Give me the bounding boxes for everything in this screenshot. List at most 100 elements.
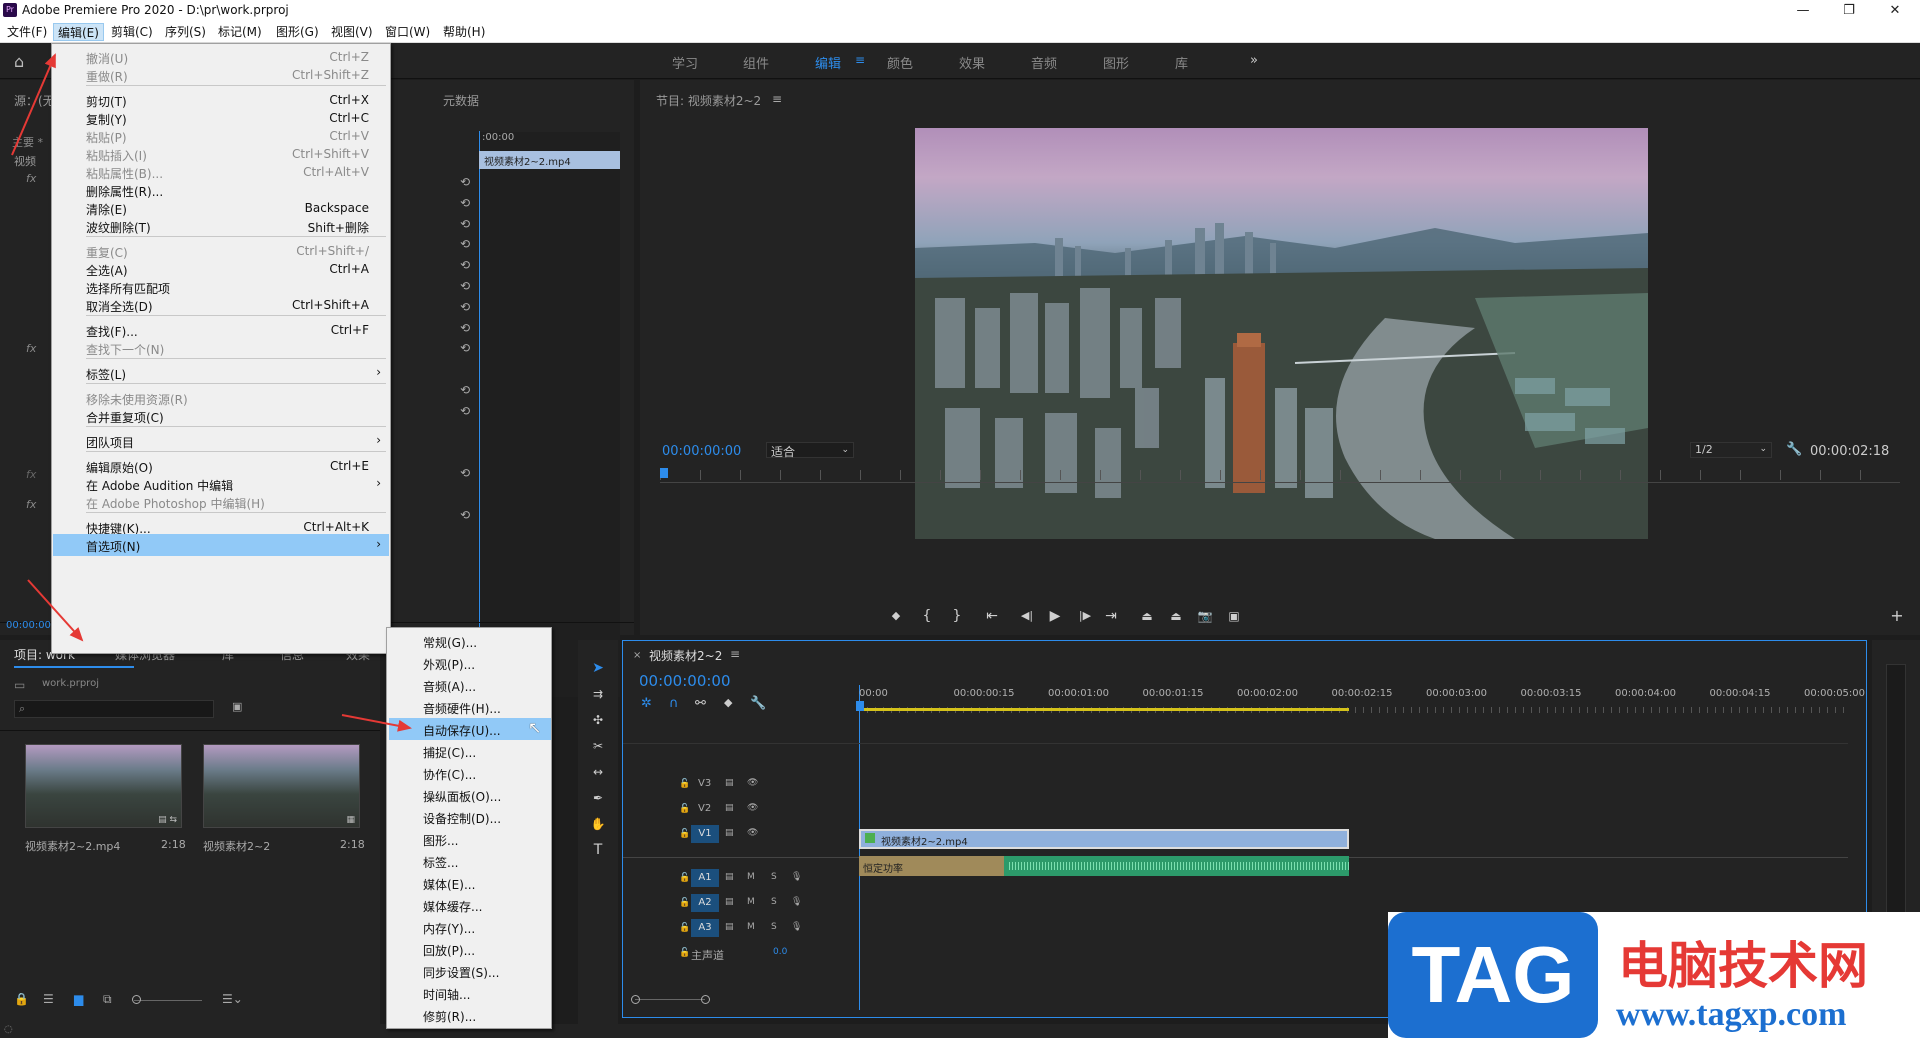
source-tab[interactable]: 源：(无 — [14, 92, 55, 109]
film-icon[interactable]: ▤ — [725, 828, 734, 838]
camera-icon[interactable]: 📷 — [1195, 606, 1215, 626]
home-icon[interactable]: ⌂ — [14, 52, 34, 71]
menu-sequence[interactable]: 序列(S) — [161, 23, 210, 41]
pen-tool-icon[interactable]: ✒ — [588, 788, 608, 808]
mute-button[interactable]: M — [747, 872, 755, 882]
zoom-slider[interactable] — [134, 1000, 202, 1001]
preferences-menu-item[interactable]: 音频(A)... — [389, 674, 551, 696]
play-icon[interactable]: ▶ — [1045, 606, 1065, 626]
film-icon[interactable]: ▤ — [725, 872, 734, 882]
lock-icon[interactable]: 🔓 — [679, 829, 690, 839]
menu-window[interactable]: 窗口(W) — [381, 23, 434, 41]
menu-view[interactable]: 视图(V) — [327, 23, 377, 41]
add-marker-icon[interactable]: ◆ — [886, 606, 906, 626]
preferences-menu-item[interactable]: 回放(P)... — [389, 938, 551, 960]
workspace-editing[interactable]: 编辑 — [815, 53, 841, 72]
insert-nest-icon[interactable]: ✲ — [641, 696, 652, 711]
close-sequence-icon[interactable]: × — [633, 650, 641, 661]
new-bin-icon[interactable]: ▣ — [232, 700, 242, 713]
edit-menu-item[interactable]: 波纹删除(T) Shift+删除 — [53, 215, 389, 237]
preferences-menu-item[interactable]: 设备控制(D)... — [389, 806, 551, 828]
preferences-menu-item[interactable]: 时间轴... — [389, 982, 551, 1004]
menu-marker[interactable]: 标记(M) — [214, 23, 266, 41]
ec-playhead[interactable] — [479, 131, 480, 696]
solo-button[interactable]: S — [771, 897, 777, 907]
razor-tool-icon[interactable]: ✂ — [588, 736, 608, 756]
workspace-graphics[interactable]: 图形 — [1103, 53, 1129, 72]
icon-view-icon[interactable]: ▆ — [74, 992, 83, 1006]
audio-clip[interactable]: 恒定功率 — [859, 856, 1349, 876]
list-view-icon[interactable]: ☰ — [43, 992, 54, 1006]
preferences-menu-item[interactable]: 捕捉(C)... — [389, 740, 551, 762]
program-title[interactable]: 节目: 视频素材2~2 — [656, 92, 761, 109]
workspace-learn[interactable]: 学习 — [672, 53, 698, 72]
lock-icon[interactable]: 🔓 — [679, 779, 690, 789]
mute-button[interactable]: M — [747, 897, 755, 907]
lock-icon[interactable]: 🔓 — [679, 804, 690, 814]
menu-clip[interactable]: 剪辑(C) — [107, 23, 157, 41]
zoom-handle-left[interactable] — [631, 995, 640, 1004]
minimize-button[interactable]: — — [1780, 0, 1826, 21]
preferences-menu-item[interactable]: 外观(P)... — [389, 652, 551, 674]
preferences-menu-item[interactable]: 图形... — [389, 828, 551, 850]
sequence-name[interactable]: 视频素材2~2 — [203, 838, 270, 854]
edit-menu-item[interactable]: 取消全选(D) Ctrl+Shift+A — [53, 294, 389, 316]
mic-icon[interactable]: 🎙 — [791, 872, 802, 882]
audio-transition[interactable]: 恒定功率 — [863, 860, 903, 875]
thumbnail-sequence[interactable]: ▦ — [203, 744, 360, 828]
workspace-effects[interactable]: 效果 — [959, 53, 985, 72]
film-icon[interactable]: ▤ — [725, 778, 734, 788]
lock-icon[interactable]: 🔓 — [679, 873, 690, 883]
extract-icon[interactable]: ⏏ — [1166, 606, 1186, 626]
workspace-overflow-icon[interactable]: » — [1250, 53, 1258, 68]
work-area-bar[interactable] — [859, 708, 1349, 711]
preferences-menu-item[interactable]: 音频硬件(H)... — [389, 696, 551, 718]
preferences-menu-item[interactable]: 内存(Y)... — [389, 916, 551, 938]
ec-timecode[interactable]: 00:00:00 — [6, 620, 51, 631]
go-to-in-icon[interactable]: ⇤ — [982, 606, 1002, 626]
lock-icon[interactable]: 🔓 — [679, 923, 690, 933]
film-icon[interactable]: ▤ — [725, 803, 734, 813]
program-timecode[interactable]: 00:00:00:00 — [662, 444, 741, 459]
workspace-libraries[interactable]: 库 — [1175, 53, 1188, 72]
timeline-settings-icon[interactable]: 🔧 — [750, 696, 766, 711]
preferences-menu-item[interactable]: 标签... — [389, 850, 551, 872]
hand-tool-icon[interactable]: ✋ — [588, 814, 608, 834]
preferences-menu-item[interactable]: 同步设置(S)... — [389, 960, 551, 982]
fit-dropdown[interactable]: 适合 ⌄ — [766, 442, 854, 459]
slip-tool-icon[interactable]: ↔ — [588, 762, 608, 782]
edit-menu-item[interactable]: 合并重复项(C) — [53, 405, 389, 427]
project-search-input[interactable]: ⌕ — [14, 700, 214, 718]
ripple-edit-tool-icon[interactable]: ✣ — [588, 710, 608, 730]
menu-help[interactable]: 帮助(H) — [439, 23, 489, 41]
edit-menu-item[interactable]: 团队项目 › — [53, 430, 389, 452]
timeline-timecode[interactable]: 00:00:00:00 — [639, 672, 731, 690]
workspace-audio[interactable]: 音频 — [1031, 53, 1057, 72]
comparison-view-icon[interactable]: ▣ — [1224, 606, 1244, 626]
add-marker-icon[interactable]: ◆ — [724, 696, 732, 709]
video-clip[interactable]: 视频素材2~2.mp4 — [859, 829, 1349, 849]
metadata-tab[interactable]: 元数据 — [443, 92, 479, 109]
preferences-menu-item[interactable]: 操纵面板(O)... — [389, 784, 551, 806]
mic-icon[interactable]: 🎙 — [791, 922, 802, 932]
preferences-menu-item[interactable]: 自动保存(U)... — [389, 718, 551, 740]
selection-tool-icon[interactable]: ➤ — [588, 658, 608, 678]
ec-clip-bar[interactable]: 视频素材2~2.mp4 — [479, 151, 620, 169]
lift-icon[interactable]: ⏏ — [1137, 606, 1157, 626]
preferences-menu-item[interactable]: 媒体(E)... — [389, 872, 551, 894]
sequence-menu-icon[interactable]: ≡ — [730, 647, 740, 661]
preferences-menu-item[interactable]: 常规(G)... — [389, 630, 551, 652]
preferences-menu-item[interactable]: 修剪(R)... — [389, 1004, 551, 1026]
step-forward-icon[interactable]: |▶ — [1075, 606, 1095, 626]
linked-selection-icon[interactable]: ⚯ — [695, 696, 706, 711]
mark-in-icon[interactable]: { — [917, 606, 937, 626]
reset-icons-column[interactable]: ⟲ ⟲ ⟲ ⟲ ⟲ ⟲ ⟲ ⟲ ⟲ ⟲ ⟲ ⟲ ⟲ — [460, 172, 476, 526]
playhead-icon[interactable] — [856, 701, 864, 711]
step-back-icon[interactable]: ◀| — [1017, 606, 1037, 626]
freeform-view-icon[interactable]: ⧉ — [103, 992, 112, 1007]
sequence-tab[interactable]: 视频素材2~2 — [649, 647, 722, 664]
type-tool-icon[interactable]: T — [588, 840, 608, 860]
solo-button[interactable]: S — [771, 872, 777, 882]
track-select-tool-icon[interactable]: ⇉ — [588, 684, 608, 704]
edit-menu-item[interactable]: 标签(L) › — [53, 362, 389, 384]
